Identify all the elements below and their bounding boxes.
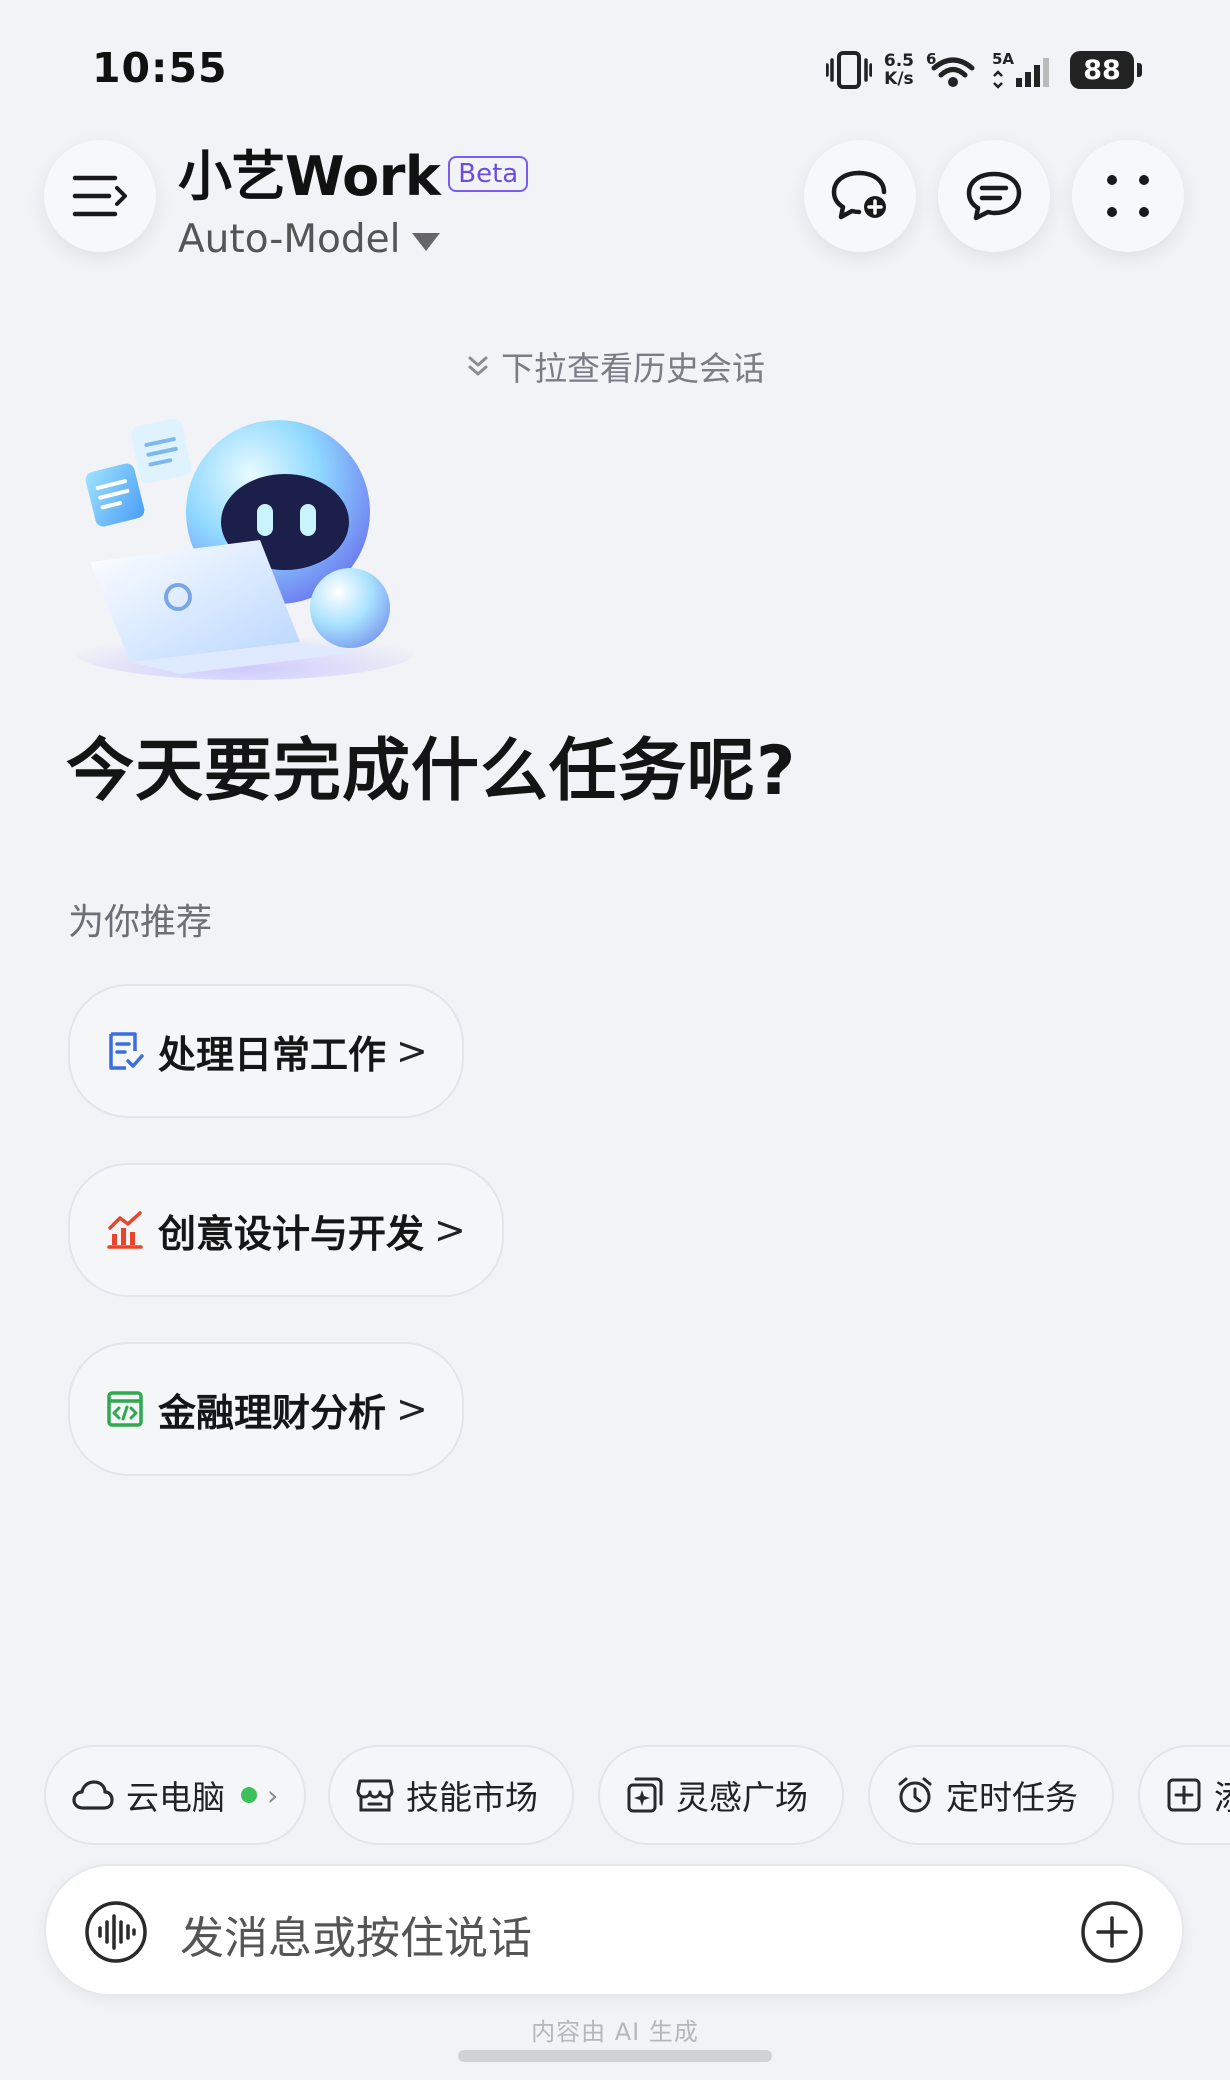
net-speed-value: 6.5: [883, 51, 914, 71]
mascot-illustration: [60, 412, 430, 692]
menu-icon: [72, 175, 127, 217]
chip-label: 添: [1214, 1771, 1230, 1819]
wifi-icon: 6: [926, 50, 980, 90]
model-name: Auto-Model: [178, 217, 401, 262]
recommendation-label: 金融理财分析: [158, 1390, 387, 1435]
chip-label: 技能市场: [406, 1778, 538, 1817]
inspiration-icon: [627, 1777, 663, 1813]
home-indicator[interactable]: [458, 2050, 772, 2062]
net-speed-unit: K/s: [884, 69, 914, 89]
chip-scheduled-tasks[interactable]: 定时任务: [868, 1745, 1114, 1845]
signal-icon: 5A: [992, 50, 1058, 90]
voice-wave-icon[interactable]: [84, 1900, 148, 1964]
chip-label: 灵感广场: [676, 1778, 808, 1817]
chevron-right-icon: >: [434, 1208, 466, 1252]
message-input-bar[interactable]: 发消息或按住说话: [44, 1864, 1184, 1996]
chevron-right-icon: ›: [267, 1778, 279, 1812]
recommendation-daily-work[interactable]: 处理日常工作 >: [68, 984, 464, 1118]
chip-cloud-pc[interactable]: 云电脑 ›: [44, 1745, 306, 1845]
page-headline: 今天要完成什么任务呢?: [66, 732, 797, 811]
chat-list-button[interactable]: [938, 140, 1050, 252]
online-status-dot: [241, 1787, 257, 1803]
history-hint-text: 下拉查看历史会话: [501, 349, 765, 388]
app-screen: 10:55 6.5 K/s 6 5A 88 小艺Work Beta Auto-M…: [0, 0, 1230, 2080]
status-time: 10:55: [92, 44, 228, 92]
chip-skill-market[interactable]: 技能市场: [328, 1745, 574, 1845]
double-chevron-down-icon: [468, 356, 488, 376]
status-bar: 10:55 6.5 K/s 6 5A 88: [0, 0, 1230, 130]
chip-label: 云电脑: [126, 1778, 225, 1817]
store-icon: [356, 1779, 394, 1812]
more-button[interactable]: [1072, 140, 1184, 252]
app-title-block: 小艺Work Beta Auto-Model: [178, 132, 529, 262]
history-hint[interactable]: 下拉查看历史会话: [0, 342, 1230, 390]
chevron-right-icon: >: [396, 1387, 428, 1431]
new-chat-icon: [831, 170, 887, 220]
signal-label: 5A: [992, 50, 1014, 68]
caret-down-icon: [412, 232, 441, 251]
chat-list-icon: [966, 171, 1022, 221]
status-icons: 6.5 K/s 6 5A 88: [825, 46, 1142, 94]
ai-disclaimer: 内容由 AI 生成: [531, 2018, 699, 2046]
code-window-icon: [107, 1391, 143, 1427]
recommendation-finance-analysis[interactable]: 金融理财分析 >: [68, 1342, 464, 1476]
chip-add[interactable]: 添: [1138, 1745, 1230, 1845]
net-speed: 6.5 K/s: [884, 52, 914, 88]
app-title-row: 小艺Work Beta: [178, 132, 529, 211]
cloud-icon: [72, 1780, 114, 1810]
beta-badge: Beta: [448, 155, 529, 192]
chart-icon: [107, 1211, 143, 1249]
recommend-label: 为你推荐: [68, 902, 213, 943]
document-check-icon: [109, 1032, 144, 1070]
chip-inspiration-square[interactable]: 灵感广场: [598, 1745, 844, 1845]
message-input-placeholder[interactable]: 发消息或按住说话: [180, 1902, 532, 1966]
recommendation-label: 创意设计与开发: [158, 1211, 425, 1256]
chip-label: 定时任务: [946, 1778, 1078, 1817]
new-chat-button[interactable]: [804, 140, 916, 252]
add-circle-icon[interactable]: [1080, 1900, 1144, 1964]
model-selector[interactable]: Auto-Model: [178, 217, 528, 262]
menu-button[interactable]: [44, 140, 156, 252]
recommendation-label: 处理日常工作: [158, 1032, 387, 1077]
app-title: 小艺Work: [178, 145, 441, 208]
alarm-icon: [898, 1777, 932, 1813]
vibrate-icon: [825, 49, 872, 91]
recommendation-creative-design[interactable]: 创意设计与开发 >: [68, 1163, 504, 1297]
more-grid-icon: [1107, 175, 1149, 217]
chevron-right-icon: >: [396, 1029, 428, 1073]
battery-indicator: 88: [1070, 51, 1142, 89]
add-box-icon: [1167, 1778, 1201, 1812]
